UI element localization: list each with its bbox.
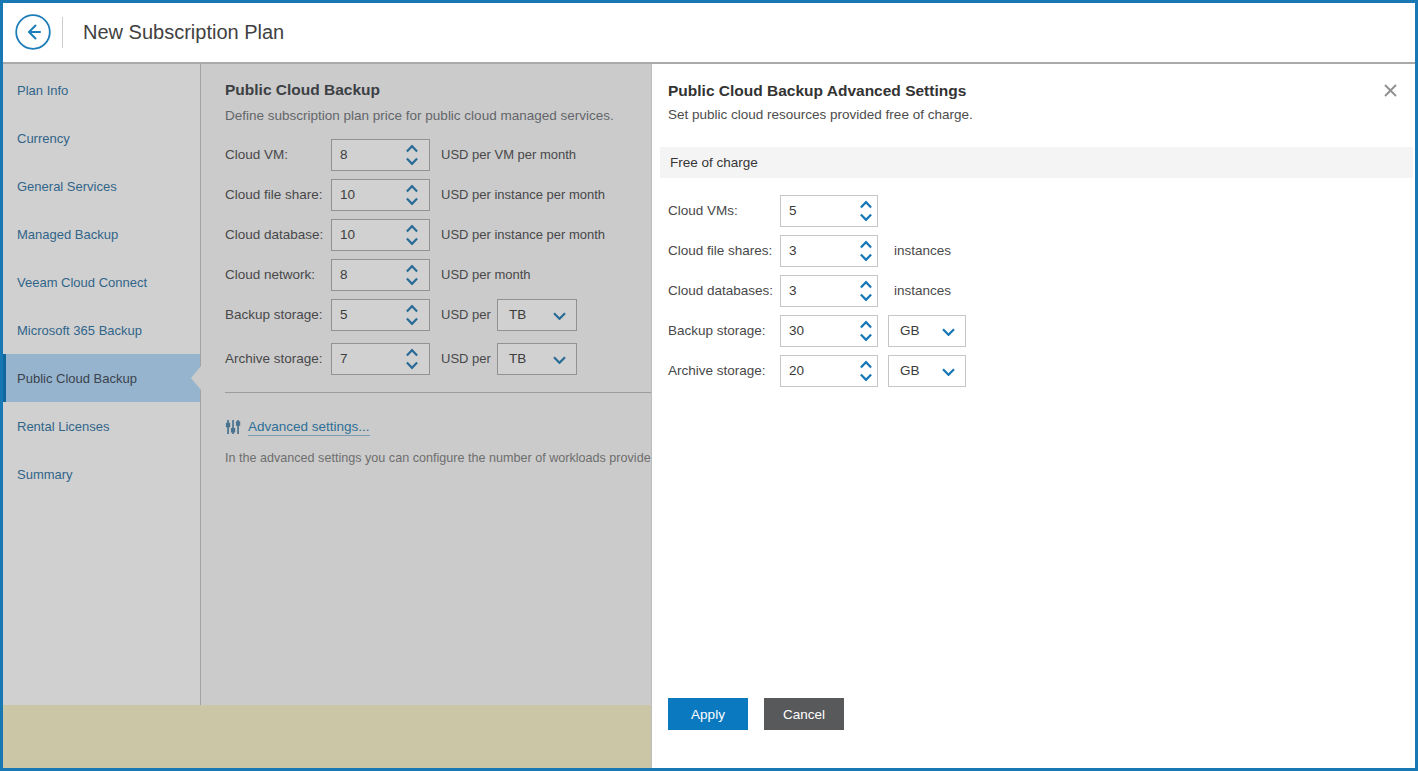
backup-storage-free-unit-dropdown[interactable]: GB bbox=[888, 315, 966, 347]
arrow-left-circle-icon bbox=[14, 13, 52, 51]
free-of-charge-section-header: Free of charge bbox=[660, 147, 1413, 178]
spinner-arrows-icon[interactable] bbox=[860, 321, 872, 342]
cloud-databases-spinner[interactable]: 3 bbox=[780, 275, 878, 307]
cloud-network-row: Cloud network: 8 USD per month bbox=[201, 259, 651, 291]
sidebar-item-general-services[interactable]: General Services bbox=[3, 162, 200, 210]
dimmed-footer-bar bbox=[3, 705, 651, 768]
spinner-arrows-icon[interactable] bbox=[406, 349, 418, 370]
cloud-vms-row: Cloud VMs: 5 bbox=[652, 195, 1415, 227]
sidebar-item-public-cloud-backup[interactable]: Public Cloud Backup bbox=[3, 354, 200, 402]
spinner-arrows-icon[interactable] bbox=[860, 201, 872, 222]
chevron-down-icon bbox=[942, 328, 955, 336]
backup-storage-free-row: Backup storage: 30 GB bbox=[652, 315, 1415, 347]
cloud-vm-price-spinner[interactable]: 8 bbox=[331, 139, 430, 171]
chevron-down-icon bbox=[553, 356, 566, 364]
cloud-network-price-spinner[interactable]: 8 bbox=[331, 259, 430, 291]
separator bbox=[225, 392, 651, 393]
cloud-databases-row: Cloud databases: 3 instances bbox=[652, 275, 1415, 307]
spinner-arrows-icon[interactable] bbox=[406, 185, 418, 206]
archive-storage-free-row: Archive storage: 20 GB bbox=[652, 355, 1415, 387]
wizard-steps: Plan Info Currency General Services Mana… bbox=[3, 66, 200, 498]
chevron-down-icon bbox=[942, 368, 955, 376]
spinner-arrows-icon[interactable] bbox=[860, 281, 872, 302]
chevron-down-icon bbox=[553, 312, 566, 320]
cancel-button[interactable]: Cancel bbox=[764, 698, 844, 730]
archive-storage-price-spinner[interactable]: 7 bbox=[331, 343, 430, 375]
window-border-left bbox=[0, 0, 3, 771]
spinner-arrows-icon[interactable] bbox=[406, 265, 418, 286]
cloud-database-row: Cloud database: 10 USD per instance per … bbox=[201, 219, 651, 251]
header: New Subscription Plan bbox=[3, 3, 1415, 64]
backup-storage-price-spinner[interactable]: 5 bbox=[331, 299, 430, 331]
apply-button[interactable]: Apply bbox=[668, 698, 748, 730]
cloud-vm-row: Cloud VM: 8 USD per VM per month bbox=[201, 139, 651, 171]
backup-storage-row: Backup storage: 5 USD per TB bbox=[201, 299, 651, 331]
spinner-arrows-icon[interactable] bbox=[406, 225, 418, 246]
sidebar-item-currency[interactable]: Currency bbox=[3, 114, 200, 162]
sidebar-item-plan-info[interactable]: Plan Info bbox=[3, 66, 200, 114]
section-title: Public Cloud Backup bbox=[225, 81, 380, 99]
sidebar-item-rental-licenses[interactable]: Rental Licenses bbox=[3, 402, 200, 450]
advanced-settings-hint: In the advanced settings you can configu… bbox=[225, 451, 651, 465]
backup-storage-unit-dropdown[interactable]: TB bbox=[497, 299, 577, 331]
cloud-database-price-spinner[interactable]: 10 bbox=[331, 219, 430, 251]
back-button[interactable] bbox=[14, 13, 52, 51]
panel-subtitle: Set public cloud resources provided free… bbox=[668, 107, 973, 122]
archive-storage-unit-dropdown[interactable]: TB bbox=[497, 343, 577, 375]
advanced-settings-panel: Public Cloud Backup Advanced Settings Se… bbox=[651, 64, 1415, 768]
cloud-file-share-price-spinner[interactable]: 10 bbox=[331, 179, 430, 211]
advanced-settings-link[interactable]: Advanced settings... bbox=[225, 418, 370, 436]
page-title: New Subscription Plan bbox=[83, 3, 284, 62]
cloud-vms-spinner[interactable]: 5 bbox=[780, 195, 878, 227]
close-icon bbox=[1384, 84, 1397, 97]
spinner-arrows-icon[interactable] bbox=[860, 361, 872, 382]
window-border-top bbox=[0, 0, 1418, 3]
main-content: Public Cloud Backup Define subscription … bbox=[201, 64, 651, 705]
archive-storage-row: Archive storage: 7 USD per TB bbox=[201, 343, 651, 375]
sidebar-item-microsoft-365-backup[interactable]: Microsoft 365 Backup bbox=[3, 306, 200, 354]
spinner-arrows-icon[interactable] bbox=[860, 241, 872, 262]
section-subtitle: Define subscription plan price for publi… bbox=[225, 108, 614, 123]
spinner-arrows-icon[interactable] bbox=[406, 145, 418, 166]
header-divider bbox=[62, 17, 63, 48]
sidebar-item-veeam-cloud-connect[interactable]: Veeam Cloud Connect bbox=[3, 258, 200, 306]
panel-title: Public Cloud Backup Advanced Settings bbox=[668, 82, 966, 100]
sidebar-item-managed-backup[interactable]: Managed Backup bbox=[3, 210, 200, 258]
backup-storage-free-spinner[interactable]: 30 bbox=[780, 315, 878, 347]
cloud-file-share-row: Cloud file share: 10 USD per instance pe… bbox=[201, 179, 651, 211]
new-subscription-plan-window: New Subscription Plan Plan Info Currency… bbox=[0, 0, 1418, 771]
wizard-sidebar: Plan Info Currency General Services Mana… bbox=[3, 64, 201, 705]
archive-storage-free-spinner[interactable]: 20 bbox=[780, 355, 878, 387]
cloud-file-shares-spinner[interactable]: 3 bbox=[780, 235, 878, 267]
sidebar-item-summary[interactable]: Summary bbox=[3, 450, 200, 498]
spinner-arrows-icon[interactable] bbox=[406, 305, 418, 326]
archive-storage-free-unit-dropdown[interactable]: GB bbox=[888, 355, 966, 387]
sliders-icon bbox=[225, 419, 241, 435]
close-button[interactable] bbox=[1384, 84, 1397, 97]
cloud-file-shares-row: Cloud file shares: 3 instances bbox=[652, 235, 1415, 267]
